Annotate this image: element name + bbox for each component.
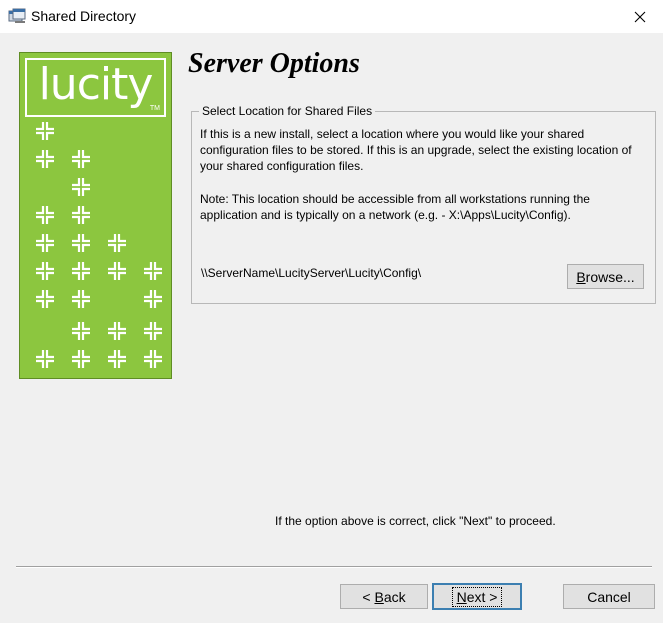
cross-mark xyxy=(72,206,90,224)
cross-mark xyxy=(144,350,162,368)
cross-mark xyxy=(36,234,54,252)
cross-mark xyxy=(36,262,54,280)
cross-mark xyxy=(108,322,126,340)
cross-mark xyxy=(72,150,90,168)
cross-pattern-icon xyxy=(36,122,162,368)
instructions-text: If this is a new install, select a locat… xyxy=(200,127,632,173)
cross-mark xyxy=(36,206,54,224)
note-text: Note: This location should be accessible… xyxy=(200,192,590,222)
footer-divider xyxy=(16,566,652,568)
cross-mark xyxy=(72,178,90,196)
cross-mark xyxy=(144,290,162,308)
cross-mark xyxy=(108,234,126,252)
cross-mark xyxy=(72,350,90,368)
close-button[interactable] xyxy=(617,0,663,33)
cross-mark xyxy=(72,290,90,308)
cross-mark xyxy=(144,322,162,340)
cross-mark xyxy=(36,290,54,308)
page-title: Server Options xyxy=(188,48,360,79)
browse-button[interactable]: Browse... xyxy=(567,264,644,289)
cross-mark xyxy=(36,122,54,140)
cross-mark xyxy=(144,262,162,280)
close-icon xyxy=(634,11,646,22)
lucity-banner: lucity TM xyxy=(19,52,172,379)
cross-mark xyxy=(108,350,126,368)
cross-mark xyxy=(72,234,90,252)
cross-mark xyxy=(36,150,54,168)
title-bar: Shared Directory xyxy=(0,0,663,33)
shared-path-value: \\ServerName\LucityServer\Lucity\Config\ xyxy=(201,266,422,280)
back-button[interactable]: < Back xyxy=(340,584,428,609)
next-button[interactable]: Next > xyxy=(432,583,522,610)
setup-window-icon xyxy=(8,8,26,24)
cross-mark xyxy=(36,350,54,368)
setup-dialog: Shared Directory lucity TM Server Option… xyxy=(0,0,663,623)
cancel-button[interactable]: Cancel xyxy=(563,584,655,609)
proceed-hint: If the option above is correct, click "N… xyxy=(275,514,556,528)
cross-mark xyxy=(72,322,90,340)
cross-mark xyxy=(72,262,90,280)
cross-mark xyxy=(108,262,126,280)
window-title: Shared Directory xyxy=(31,8,137,24)
group-legend: Select Location for Shared Files xyxy=(199,104,376,118)
